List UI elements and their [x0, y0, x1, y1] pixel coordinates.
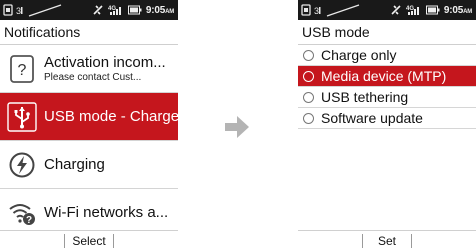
radio-button[interactable]	[303, 91, 314, 103]
option-label: USB tethering	[321, 89, 409, 105]
notifications-screen: 3 4G 9:05AM Notifications ? Activation i…	[0, 0, 178, 250]
option-usb-tethering[interactable]: USB tethering	[298, 87, 476, 108]
arrow-right-icon	[225, 116, 249, 138]
sim-icon: 3	[16, 6, 23, 16]
notification-title: Charging	[44, 156, 105, 173]
wifi-question-icon: ?	[9, 203, 35, 226]
alarm-icon	[301, 4, 311, 16]
radio-button[interactable]	[303, 112, 314, 124]
notification-title: Activation incom...	[44, 54, 166, 71]
status-bar: 3 4G 9:05AM	[298, 0, 476, 20]
option-label: Media device (MTP)	[321, 68, 447, 84]
vibrate-icon	[93, 5, 103, 15]
page-title: USB mode	[298, 20, 476, 45]
softkey-left[interactable]	[298, 231, 362, 250]
set-softkey[interactable]: Set	[362, 234, 412, 248]
softkey-right[interactable]	[114, 231, 178, 250]
question-icon: ?	[10, 54, 34, 83]
radio-button[interactable]	[303, 49, 314, 61]
status-time: 9:05AM	[443, 4, 472, 16]
notification-activation[interactable]: ? Activation incom... Please contact Cus…	[0, 45, 178, 93]
softkey-left[interactable]	[0, 231, 64, 250]
status-bar: 3 4G 9:05AM	[0, 0, 178, 20]
softkey-right[interactable]	[412, 231, 476, 250]
notification-charging[interactable]: Charging	[0, 141, 178, 189]
vibrate-icon	[391, 5, 401, 15]
option-software-update[interactable]: Software update	[298, 108, 476, 129]
option-label: Charge only	[321, 47, 397, 63]
softkey-bar: Select	[0, 230, 178, 250]
notification-list: ? Activation incom... Please contact Cus…	[0, 45, 178, 237]
battery-icon	[127, 5, 142, 15]
svg-text:4G: 4G	[406, 6, 414, 12]
notification-usb-mode[interactable]: USB mode - Charge	[0, 93, 178, 141]
network-4g-icon: 4G	[406, 6, 419, 15]
svg-text:3: 3	[314, 6, 319, 16]
option-media-device[interactable]: Media device (MTP)	[298, 66, 476, 87]
svg-text:4G: 4G	[108, 6, 116, 12]
option-charge-only[interactable]: Charge only	[298, 45, 476, 66]
notification-title: Wi-Fi networks a...	[44, 204, 169, 221]
status-time: 9:05AM	[145, 4, 174, 16]
page-title: Notifications	[0, 20, 178, 45]
notification-slash-icon	[28, 4, 62, 17]
usb-mode-screen: 3 4G 9:05AM USB mode Charge only Media d…	[298, 0, 476, 250]
notification-title: USB mode - Charge	[44, 108, 178, 125]
alarm-icon	[3, 4, 13, 16]
option-label: Software update	[321, 110, 423, 126]
svg-text:?: ?	[18, 62, 27, 79]
select-softkey[interactable]: Select	[64, 234, 114, 248]
network-4g-icon: 4G	[108, 6, 121, 15]
charging-icon	[9, 152, 35, 177]
usb-icon	[7, 101, 37, 132]
notification-subtitle: Please contact Cust...	[44, 72, 142, 83]
notification-slash-icon	[326, 4, 360, 17]
softkey-bar: Set	[298, 230, 476, 250]
sim-icon: 3	[314, 6, 321, 16]
battery-icon	[425, 5, 440, 15]
usb-mode-options: Charge only Media device (MTP) USB tethe…	[298, 45, 476, 129]
svg-text:3: 3	[16, 6, 21, 16]
radio-button[interactable]	[303, 70, 314, 82]
svg-text:?: ?	[26, 215, 32, 226]
